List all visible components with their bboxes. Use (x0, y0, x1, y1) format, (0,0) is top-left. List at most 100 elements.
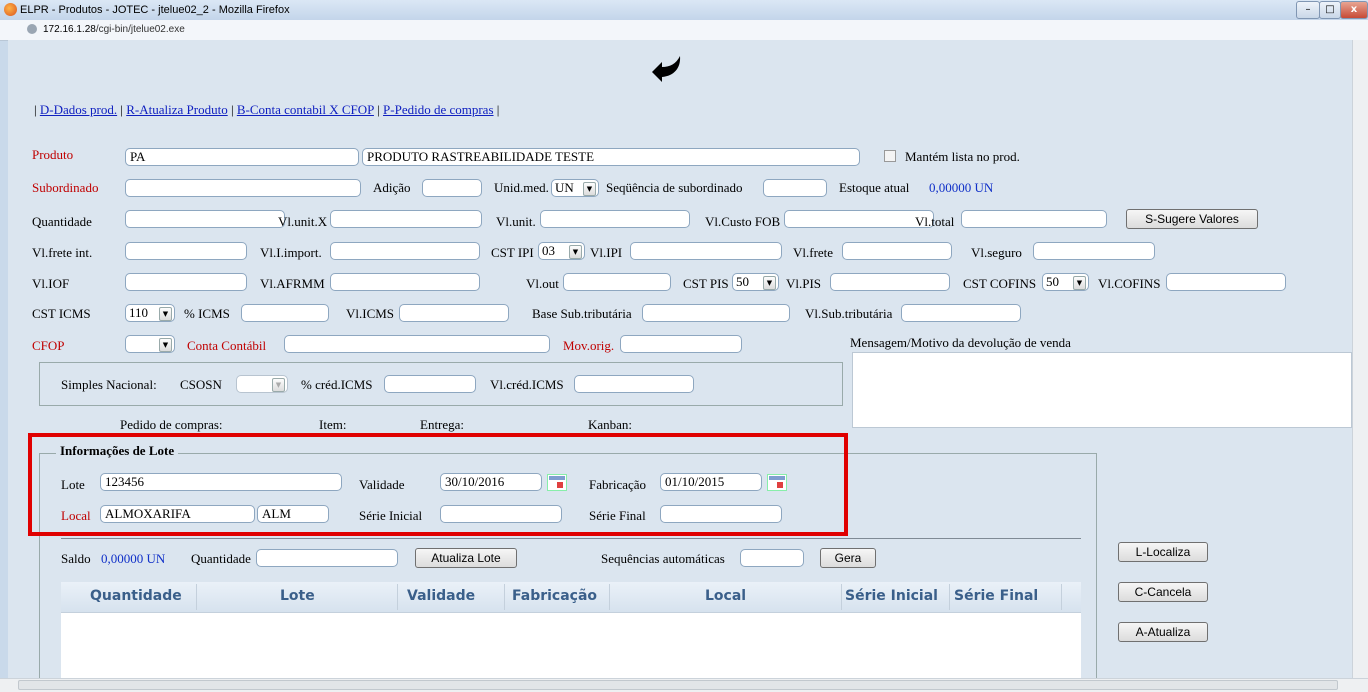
vlout-label: Vl.out (526, 276, 559, 291)
subordinado-input[interactable] (125, 179, 361, 197)
vlunit-label: Vl.unit. (496, 214, 536, 229)
vlfrete-label: Vl.frete (793, 245, 834, 260)
maximize-button[interactable]: □ (1319, 1, 1341, 19)
firefox-icon (4, 3, 17, 16)
vlafrmm-label: Vl.AFRMM (260, 276, 325, 291)
vltotal-label: Vl.total (915, 214, 955, 229)
menu-conta-contabil[interactable]: B-Conta contabil X CFOP (237, 102, 374, 117)
col-lote[interactable]: Lote (280, 588, 315, 604)
pcred-input[interactable] (384, 375, 476, 393)
dropdown-arrow-icon: ▼ (1073, 276, 1086, 290)
mantem-checkbox[interactable] (884, 150, 896, 162)
cstpis-select[interactable]: 50 ▼ (732, 273, 779, 291)
horizontal-scrollbar[interactable] (0, 678, 1368, 692)
vliof-input[interactable] (125, 273, 247, 291)
vlfrete-input[interactable] (842, 242, 952, 260)
adicao-input[interactable] (422, 179, 482, 197)
back-arrow-icon[interactable] (648, 52, 686, 82)
vlcustofob-label: Vl.Custo FOB (705, 214, 781, 229)
dropdown-arrow-icon: ▼ (763, 276, 776, 290)
col-validade[interactable]: Validade (407, 588, 475, 604)
seq-sub-input[interactable] (763, 179, 827, 197)
dropdown-arrow-icon: ▼ (583, 182, 596, 196)
vlfreteint-input[interactable] (125, 242, 247, 260)
vlunitx-label: Vl.unit.X (278, 214, 328, 229)
menu-dados-prod[interactable]: D-Dados prod. (40, 102, 117, 117)
col-serie-final[interactable]: Série Final (954, 588, 1038, 604)
cstipi-select[interactable]: 03 ▼ (538, 242, 585, 260)
scroll-thumb[interactable] (18, 680, 1338, 690)
col-fabricacao[interactable]: Fabricação (512, 588, 597, 604)
cfop-label: CFOP (32, 338, 65, 353)
quantidade-input[interactable] (125, 210, 285, 228)
movorig-input[interactable] (620, 335, 742, 353)
basesub-input[interactable] (642, 304, 790, 322)
vertical-scrollbar[interactable] (1352, 40, 1368, 678)
produto-desc-input[interactable]: PRODUTO RASTREABILIDADE TESTE (362, 148, 860, 166)
close-button[interactable]: x (1340, 1, 1368, 19)
produto-code-input[interactable]: PA (125, 148, 359, 166)
address-url[interactable]: 172.16.1.28/cgi-bin/jtelue02.exe (43, 24, 185, 35)
mantem-label: Mantém lista no prod. (905, 149, 1020, 164)
seq-auto-input[interactable] (740, 549, 804, 567)
conta-contabil-input[interactable] (284, 335, 550, 353)
unid-select[interactable]: UN ▼ (551, 179, 599, 197)
vlipi-label: Vl.IPI (590, 245, 623, 260)
vlseguro-input[interactable] (1033, 242, 1155, 260)
csosn-select[interactable]: ▼ (236, 375, 288, 393)
vlsub-input[interactable] (901, 304, 1021, 322)
mensagem-textarea[interactable] (852, 352, 1352, 428)
gera-button[interactable]: Gera (820, 548, 876, 568)
vliof-label: Vl.IOF (32, 276, 70, 291)
vlcred-input[interactable] (574, 375, 694, 393)
vlipi-input[interactable] (630, 242, 782, 260)
cancela-button[interactable]: C-Cancela (1118, 582, 1208, 602)
cstcofins-select[interactable]: 50 ▼ (1042, 273, 1089, 291)
vlcustofob-input[interactable] (784, 210, 934, 228)
menu-atualiza-produto[interactable]: R-Atualiza Produto (126, 102, 227, 117)
vliimport-input[interactable] (330, 242, 480, 260)
top-menu: | D-Dados prod. | R-Atualiza Produto | B… (34, 102, 500, 117)
produto-label: Produto (32, 147, 74, 162)
atualiza-button[interactable]: A-Atualiza (1118, 622, 1208, 642)
vlpis-label: Vl.PIS (786, 276, 822, 291)
unid-label: Unid.med. (494, 180, 549, 195)
col-serie-inicial[interactable]: Série Inicial (845, 588, 938, 604)
vlicms-input[interactable] (399, 304, 509, 322)
sugere-valores-button[interactable]: S-Sugere Valores (1126, 209, 1258, 229)
dropdown-arrow-icon: ▼ (569, 245, 582, 259)
vlcofins-input[interactable] (1166, 273, 1286, 291)
lote-quantidade-input[interactable] (256, 549, 398, 567)
col-quantidade[interactable]: Quantidade (90, 588, 182, 604)
subordinado-label: Subordinado (32, 180, 99, 195)
vlunitx-input[interactable] (330, 210, 482, 228)
csticms-label: CST ICMS (32, 306, 91, 321)
vlunit-input[interactable] (540, 210, 690, 228)
menu-pedido-compras[interactable]: P-Pedido de compras (383, 102, 493, 117)
picms-label: % ICMS (184, 306, 230, 321)
conta-contabil-label: Conta Contábil (187, 338, 267, 353)
vlafrmm-input[interactable] (330, 273, 480, 291)
vlseguro-label: Vl.seguro (971, 245, 1022, 260)
vlout-input[interactable] (563, 273, 671, 291)
vlsub-label: Vl.Sub.tributária (805, 306, 893, 321)
atualiza-lote-button[interactable]: Atualiza Lote (415, 548, 517, 568)
quantidade-label: Quantidade (32, 214, 92, 229)
cfop-select[interactable]: ▼ (125, 335, 175, 353)
saldo-value: 0,00000 UN (101, 551, 166, 566)
picms-input[interactable] (241, 304, 329, 322)
col-divider (609, 584, 610, 610)
cstipi-label: CST IPI (491, 245, 534, 260)
vliimport-label: Vl.I.import. (260, 245, 322, 260)
minimize-button[interactable]: – (1296, 1, 1320, 19)
item-label: Item: (319, 417, 347, 432)
vlpis-input[interactable] (830, 273, 950, 291)
col-local[interactable]: Local (705, 588, 746, 604)
estoque-label: Estoque atual (839, 180, 910, 195)
cstcofins-label: CST COFINS (963, 276, 1037, 291)
csticms-select[interactable]: 110 ▼ (125, 304, 175, 322)
vltotal-input[interactable] (961, 210, 1107, 228)
localiza-button[interactable]: L-Localiza (1118, 542, 1208, 562)
kanban-label: Kanban: (588, 417, 633, 432)
address-bar[interactable]: 172.16.1.28/cgi-bin/jtelue02.exe (0, 20, 1368, 41)
